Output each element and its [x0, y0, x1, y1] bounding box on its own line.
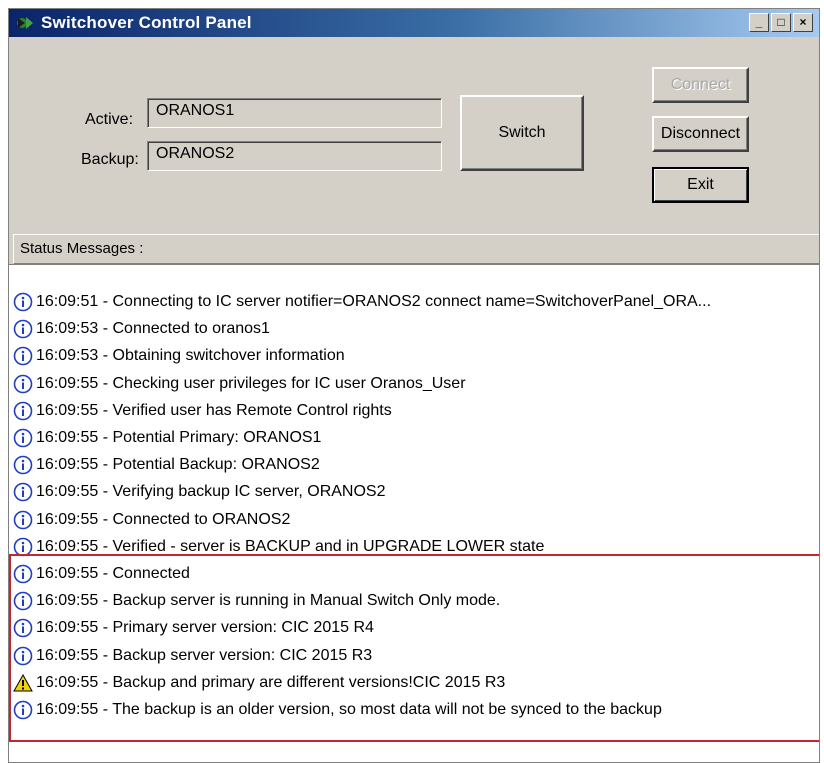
- status-message-text: 16:09:55 - Verifying backup IC server, O…: [36, 483, 386, 501]
- close-button[interactable]: ×: [793, 13, 813, 32]
- active-server-field: ORANOS1: [147, 98, 442, 128]
- info-icon: [13, 374, 33, 393]
- window-title: Switchover Control Panel: [41, 13, 252, 32]
- status-message-text: 16:09:55 - Backup and primary are differ…: [36, 673, 506, 691]
- status-message-text: 16:09:55 - Backup server version: CIC 20…: [36, 646, 373, 664]
- status-message-row: 16:09:55 - Verifying backup IC server, O…: [13, 479, 819, 505]
- status-message-text: 16:09:55 - Connected to ORANOS2: [36, 510, 291, 528]
- status-message-row: 16:09:55 - Connected to ORANOS2: [13, 507, 819, 533]
- status-message-text: 16:09:51 - Connecting to IC server notif…: [36, 293, 712, 310]
- status-message-row: 16:09:55 - Connected: [13, 561, 819, 587]
- info-icon: [13, 483, 33, 502]
- status-message-row: 16:09:53 - Obtaining switchover informat…: [13, 343, 819, 369]
- status-message-row: 16:09:55 - The backup is an older versio…: [13, 697, 819, 723]
- status-message-text: 16:09:55 - Primary server version: CIC 2…: [36, 619, 374, 637]
- exit-button[interactable]: Exit: [652, 167, 749, 203]
- status-message-row: 16:09:55 - Primary server version: CIC 2…: [13, 615, 819, 641]
- title-bar[interactable]: Switchover Control Panel _ □ ×: [9, 9, 819, 37]
- status-message-row: 16:09:55 - Backup server is running in M…: [13, 588, 819, 614]
- status-message-text: 16:09:55 - Verified - server is BACKUP a…: [36, 537, 545, 555]
- status-message-row: 16:09:55 - Potential Backup: ORANOS2: [13, 452, 819, 478]
- maximize-button[interactable]: □: [771, 13, 791, 32]
- warning-icon: [13, 673, 33, 692]
- info-icon: [13, 619, 33, 638]
- connect-button[interactable]: Connect: [652, 67, 749, 103]
- status-messages-list[interactable]: 16:09:51 - Connecting to IC server notif…: [9, 264, 819, 762]
- switch-button[interactable]: Switch: [460, 95, 584, 171]
- info-icon: [13, 700, 33, 720]
- status-messages-header: Status Messages :: [13, 234, 819, 264]
- status-message-text: 16:09:53 - Obtaining switchover informat…: [36, 347, 345, 365]
- app-icon: [17, 17, 33, 29]
- status-message-text: 16:09:55 - Checking user privileges for …: [36, 374, 466, 392]
- status-message-text: 16:09:55 - The backup is an older versio…: [36, 701, 662, 718]
- close-icon: ×: [799, 15, 807, 29]
- status-message-row: 16:09:55 - Verified user has Remote Cont…: [13, 398, 819, 424]
- info-icon: [13, 646, 33, 665]
- info-icon: [13, 401, 33, 421]
- info-icon: [13, 428, 33, 448]
- switchover-control-panel-window: Switchover Control Panel _ □ × Active: O…: [8, 8, 820, 763]
- status-message-row: 16:09:55 - Checking user privileges for …: [13, 371, 819, 397]
- status-message-row: 16:09:55 - Verified - server is BACKUP a…: [13, 534, 819, 560]
- minimize-icon: _: [755, 15, 763, 29]
- info-icon: [13, 292, 33, 312]
- status-message-text: 16:09:55 - Potential Backup: ORANOS2: [36, 456, 320, 474]
- status-message-text: 16:09:55 - Verified user has Remote Cont…: [36, 401, 392, 419]
- status-message-row: 16:09:51 - Connecting to IC server notif…: [13, 289, 819, 315]
- status-message-text: 16:09:53 - Connected to oranos1: [36, 320, 270, 338]
- info-icon: [13, 319, 33, 339]
- active-label: Active:: [85, 111, 134, 128]
- info-icon: [13, 510, 33, 529]
- maximize-icon: □: [777, 15, 785, 29]
- disconnect-button[interactable]: Disconnect: [652, 116, 749, 152]
- status-message-row: 16:09:55 - Potential Primary: ORANOS1: [13, 425, 819, 451]
- status-message-row: 16:09:53 - Connected to oranos1: [13, 316, 819, 342]
- info-icon: [13, 564, 33, 584]
- status-message-text: 16:09:55 - Potential Primary: ORANOS1: [36, 429, 322, 446]
- status-message-text: 16:09:55 - Connected: [36, 565, 190, 582]
- info-icon: [13, 537, 33, 557]
- info-icon: [13, 347, 33, 366]
- status-message-row: 16:09:55 - Backup and primary are differ…: [13, 670, 819, 696]
- status-message-text: 16:09:55 - Backup server is running in M…: [36, 592, 501, 610]
- minimize-button[interactable]: _: [749, 13, 769, 32]
- backup-label: Backup:: [81, 151, 139, 168]
- status-message-row: 16:09:55 - Backup server version: CIC 20…: [13, 643, 819, 669]
- info-icon: [13, 591, 33, 611]
- backup-server-field: ORANOS2: [147, 141, 442, 171]
- info-icon: [13, 455, 33, 475]
